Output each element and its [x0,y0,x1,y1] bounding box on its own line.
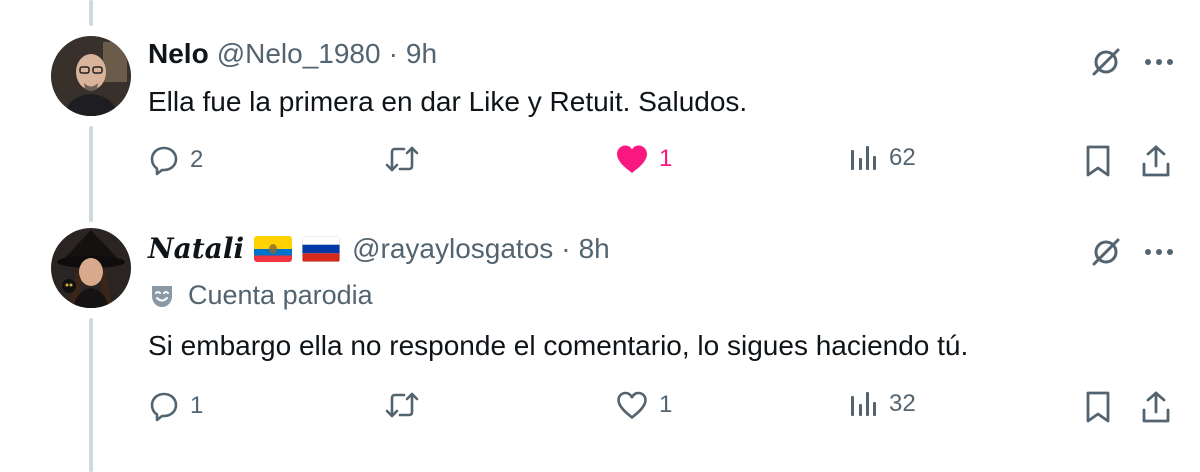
grok-icon[interactable] [1088,44,1124,80]
reply-icon [150,392,178,422]
view-count: 32 [889,390,916,417]
tweet-top-actions [1088,234,1174,270]
parody-badge: Cuenta parodia [148,280,373,311]
ecuador-flag-icon [254,235,293,262]
share-button[interactable] [1140,144,1172,178]
share-button[interactable] [1140,390,1172,424]
like-button[interactable]: 1 [615,390,672,420]
more-options-icon[interactable] [1144,248,1174,256]
view-count: 62 [889,144,916,171]
more-options-icon[interactable] [1144,58,1174,66]
like-button[interactable]: 1 [615,144,672,174]
bookmark-button[interactable] [1084,144,1112,178]
reply-button[interactable]: 2 [148,144,203,176]
theater-mask-icon [152,285,172,307]
share-icon [1142,391,1170,423]
separator-dot: · [561,232,571,264]
retweet-button[interactable] [384,144,430,174]
analytics-icon [851,146,876,170]
tweet-natali[interactable]: Natali @rayaylosgatos · 8h Cuenta parodi… [0,222,1200,472]
heart-filled-icon [617,145,647,173]
like-count: 1 [659,391,673,418]
russia-flag-icon [302,235,341,262]
separator-dot: · [388,38,398,69]
tweet-text: Si embargo ella no responde el comentari… [148,330,969,361]
reply-count: 2 [190,146,204,173]
avatar[interactable] [51,36,131,116]
tweet-nelo[interactable]: Nelo @Nelo_1980 · 9h Ella fue la primera… [0,0,1200,222]
tweet-header: Natali @rayaylosgatos · 8h [148,232,610,265]
reply-count: 1 [190,392,204,419]
parody-label: Cuenta parodia [188,280,373,310]
heart-outline-icon [617,391,647,419]
bookmark-icon [1086,145,1110,177]
tweet-header: Nelo @Nelo_1980 · 9h [148,38,437,70]
action-bar: 1 1 32 [148,390,1188,430]
share-icon [1142,145,1170,177]
timestamp[interactable]: 8h [579,233,610,265]
display-name[interactable]: Natali [148,232,244,265]
tweet-top-actions [1088,44,1174,80]
timestamp[interactable]: 9h [406,38,437,70]
avatar[interactable] [51,228,131,308]
analytics-icon [851,392,876,416]
handle[interactable]: @rayaylosgatos [352,233,553,265]
action-bar: 2 1 62 [148,144,1188,184]
display-name[interactable]: Nelo [148,38,209,70]
retweet-icon [385,146,419,172]
views-button[interactable]: 62 [849,144,916,172]
bookmark-icon [1086,391,1110,423]
reply-button[interactable]: 1 [148,390,203,422]
like-count: 1 [659,145,673,172]
views-button[interactable]: 32 [849,390,916,418]
retweet-button[interactable] [384,390,430,420]
retweet-icon [385,392,419,418]
grok-icon[interactable] [1088,234,1124,270]
bookmark-button[interactable] [1084,390,1112,424]
handle[interactable]: @Nelo_1980 [217,38,381,70]
tweet-text: Ella fue la primera en dar Like y Retuit… [148,86,748,117]
reply-icon [150,146,178,176]
